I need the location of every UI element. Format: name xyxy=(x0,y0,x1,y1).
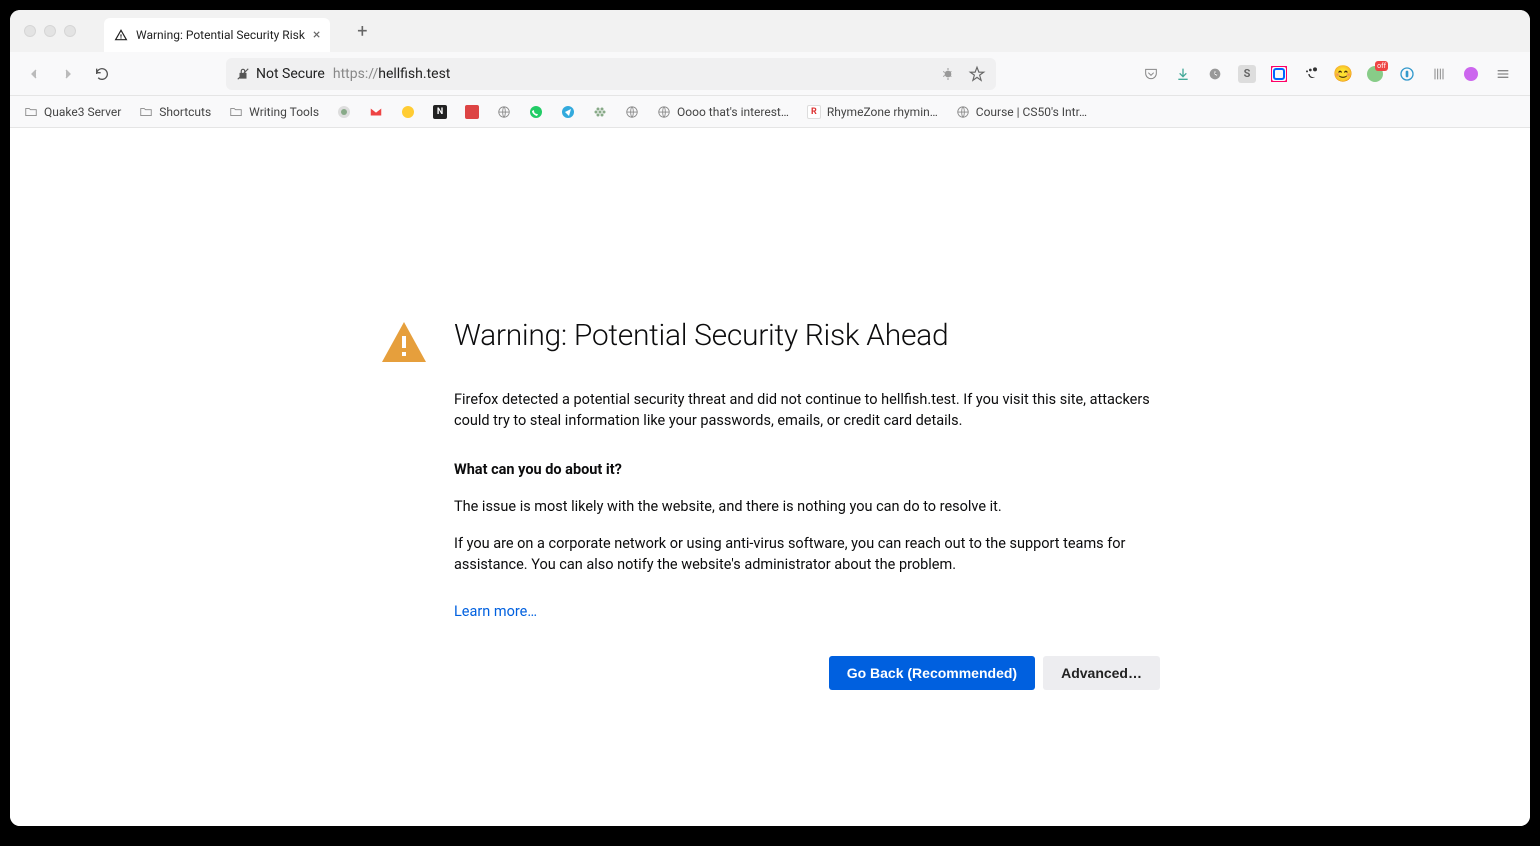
download-icon[interactable] xyxy=(1174,65,1192,83)
warning-subheading: What can you do about it? xyxy=(454,459,1160,480)
bookmark-label: Quake3 Server xyxy=(44,105,121,119)
folder-icon xyxy=(139,105,153,119)
tab-title: Warning: Potential Security Risk xyxy=(136,28,305,42)
learn-more-link[interactable]: Learn more… xyxy=(454,603,537,620)
bookmark-cs50[interactable]: Course | CS50's Intr… xyxy=(956,105,1087,119)
url-display: https://hellfish.test xyxy=(333,66,451,82)
circle-yellow-icon xyxy=(401,105,415,119)
bookmark-label: Course | CS50's Intr… xyxy=(976,105,1087,119)
bookmark-rhymezone[interactable]: R RhymeZone rhymin… xyxy=(807,105,938,119)
window-controls xyxy=(24,25,76,37)
toolbar: Not Secure https://hellfish.test S 😊 xyxy=(10,52,1530,96)
address-bar[interactable]: Not Secure https://hellfish.test xyxy=(226,58,996,90)
ext-badge-icon[interactable]: off xyxy=(1366,65,1384,83)
folder-icon xyxy=(24,105,38,119)
warning-paragraph-1: Firefox detected a potential security th… xyxy=(454,389,1160,431)
warning-icon-column xyxy=(380,318,428,690)
forward-button[interactable] xyxy=(58,64,78,84)
ext-1password-icon[interactable] xyxy=(1398,65,1416,83)
globe-icon xyxy=(657,105,671,119)
clock-icon[interactable] xyxy=(1206,65,1224,83)
gmail-icon xyxy=(369,105,383,119)
ext-gnome-icon[interactable] xyxy=(1302,65,1320,83)
new-tab-button[interactable]: + xyxy=(348,17,376,45)
url-scheme: https:// xyxy=(333,66,378,82)
warning-title: Warning: Potential Security Risk Ahead xyxy=(454,318,1160,353)
star-icon[interactable] xyxy=(968,65,986,83)
close-window-button[interactable] xyxy=(24,25,36,37)
notion-icon: N xyxy=(433,105,447,119)
bookmark-whatsapp[interactable] xyxy=(529,105,543,119)
page-content: Warning: Potential Security Risk Ahead F… xyxy=(10,128,1530,826)
warning-triangle-icon xyxy=(380,318,428,366)
whatsapp-icon xyxy=(529,105,543,119)
security-indicator[interactable]: Not Secure xyxy=(236,66,325,82)
bookmark-label: Shortcuts xyxy=(159,105,211,119)
warning-triangle-icon xyxy=(114,28,128,42)
bookmark-gmail[interactable] xyxy=(369,105,383,119)
telegram-icon xyxy=(561,105,575,119)
ext-grid-icon[interactable] xyxy=(1430,65,1448,83)
rz-icon: R xyxy=(807,105,821,119)
bookmark-icon-only[interactable] xyxy=(625,105,639,119)
bookmark-notion[interactable]: N xyxy=(433,105,447,119)
ext-s-icon[interactable]: S xyxy=(1238,65,1256,83)
advanced-button[interactable]: Advanced… xyxy=(1043,656,1160,690)
bookmark-icon-only[interactable] xyxy=(465,105,479,119)
lock-slash-icon xyxy=(236,67,250,81)
warning-paragraph-2: The issue is most likely with the websit… xyxy=(454,496,1160,517)
ext-rainbow-icon[interactable] xyxy=(1270,65,1288,83)
bookmark-oooo[interactable]: Oooo that's interest… xyxy=(657,105,789,119)
bookmark-quake3[interactable]: Quake3 Server xyxy=(24,105,121,119)
button-row: Go Back (Recommended) Advanced… xyxy=(454,656,1160,690)
ext-emoji-icon[interactable]: 😊 xyxy=(1334,65,1352,83)
dots-icon xyxy=(593,105,607,119)
bookmark-label: Oooo that's interest… xyxy=(677,105,789,119)
globe-icon xyxy=(956,105,970,119)
bug-icon[interactable] xyxy=(940,66,956,82)
maximize-window-button[interactable] xyxy=(64,25,76,37)
bookmark-writing-tools[interactable]: Writing Tools xyxy=(229,105,319,119)
back-button[interactable] xyxy=(24,64,44,84)
bookmark-shortcuts[interactable]: Shortcuts xyxy=(139,105,211,119)
circle-icon xyxy=(337,105,351,119)
security-warning-page: Warning: Potential Security Risk Ahead F… xyxy=(380,128,1160,690)
account-icon[interactable] xyxy=(1462,65,1480,83)
bookmark-icon-only[interactable] xyxy=(401,105,415,119)
globe-icon xyxy=(625,105,639,119)
bookmark-label: Writing Tools xyxy=(249,105,319,119)
tab-close-icon[interactable]: × xyxy=(313,27,320,43)
bookmark-telegram[interactable] xyxy=(561,105,575,119)
browser-window: Warning: Potential Security Risk × + Not… xyxy=(10,10,1530,826)
bookmark-icon-only[interactable] xyxy=(337,105,351,119)
folder-icon xyxy=(229,105,243,119)
titlebar: Warning: Potential Security Risk × + xyxy=(10,10,1530,52)
red-square-icon xyxy=(465,105,479,119)
not-secure-label: Not Secure xyxy=(256,66,325,82)
warning-body: Warning: Potential Security Risk Ahead F… xyxy=(454,318,1160,690)
go-back-button[interactable]: Go Back (Recommended) xyxy=(829,656,1035,690)
url-host: hellfish.test xyxy=(378,66,450,82)
menu-icon[interactable] xyxy=(1494,65,1512,83)
globe-icon xyxy=(497,105,511,119)
bookmarks-bar: Quake3 Server Shortcuts Writing Tools N … xyxy=(10,96,1530,128)
bookmark-icon-only[interactable] xyxy=(497,105,511,119)
bookmark-icon-only[interactable] xyxy=(593,105,607,119)
pocket-icon[interactable] xyxy=(1142,65,1160,83)
extension-icons: S 😊 off xyxy=(1142,65,1512,83)
reload-button[interactable] xyxy=(92,64,112,84)
warning-paragraph-3: If you are on a corporate network or usi… xyxy=(454,533,1160,575)
minimize-window-button[interactable] xyxy=(44,25,56,37)
browser-tab[interactable]: Warning: Potential Security Risk × xyxy=(104,18,330,52)
bookmark-label: RhymeZone rhymin… xyxy=(827,105,938,119)
